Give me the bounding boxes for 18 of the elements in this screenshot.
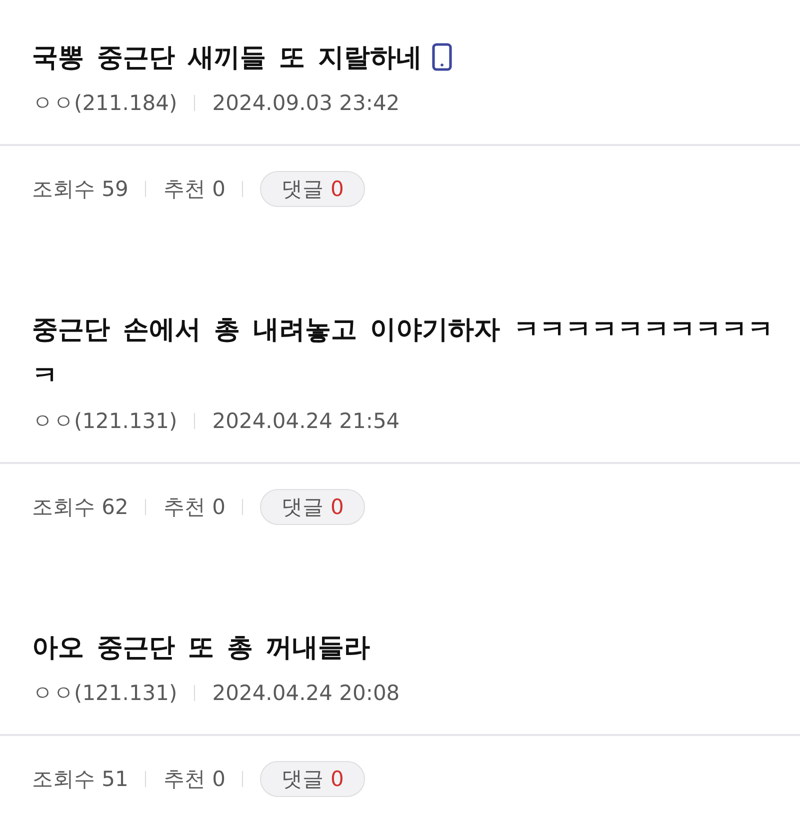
post-title[interactable]: 중근단 손에서 총 내려놓고 이야기하자 ㅋㅋㅋㅋㅋㅋㅋㅋㅋㅋㅋ <box>32 307 786 399</box>
comment-count-button[interactable]: 댓글 0 <box>260 171 365 207</box>
author-name: ㅇㅇ(121.131) <box>32 408 178 435</box>
recommend-count: 추천 0 <box>163 176 226 203</box>
view-count: 조회수 51 <box>32 766 128 793</box>
post-date: 2024.09.03 23:42 <box>212 91 400 115</box>
post-date: 2024.04.24 20:08 <box>212 681 400 705</box>
post-date: 2024.04.24 21:54 <box>212 409 400 433</box>
comment-count-button[interactable]: 댓글 0 <box>260 761 365 797</box>
recommend-count: 추천 0 <box>163 494 226 521</box>
post-title[interactable]: 아오 중근단 또 총 꺼내들라 <box>32 625 370 671</box>
post-title[interactable]: 국뽕 중근단 새끼들 또 지랄하네 <box>32 35 422 81</box>
comment-count-button[interactable]: 댓글 0 <box>260 489 365 525</box>
view-count: 조회수 62 <box>32 494 128 521</box>
author-name: ㅇㅇ(121.131) <box>32 680 178 707</box>
recommend-count: 추천 0 <box>163 766 226 793</box>
view-count: 조회수 59 <box>32 176 128 203</box>
author-name: ㅇㅇ(211.184) <box>32 90 178 117</box>
